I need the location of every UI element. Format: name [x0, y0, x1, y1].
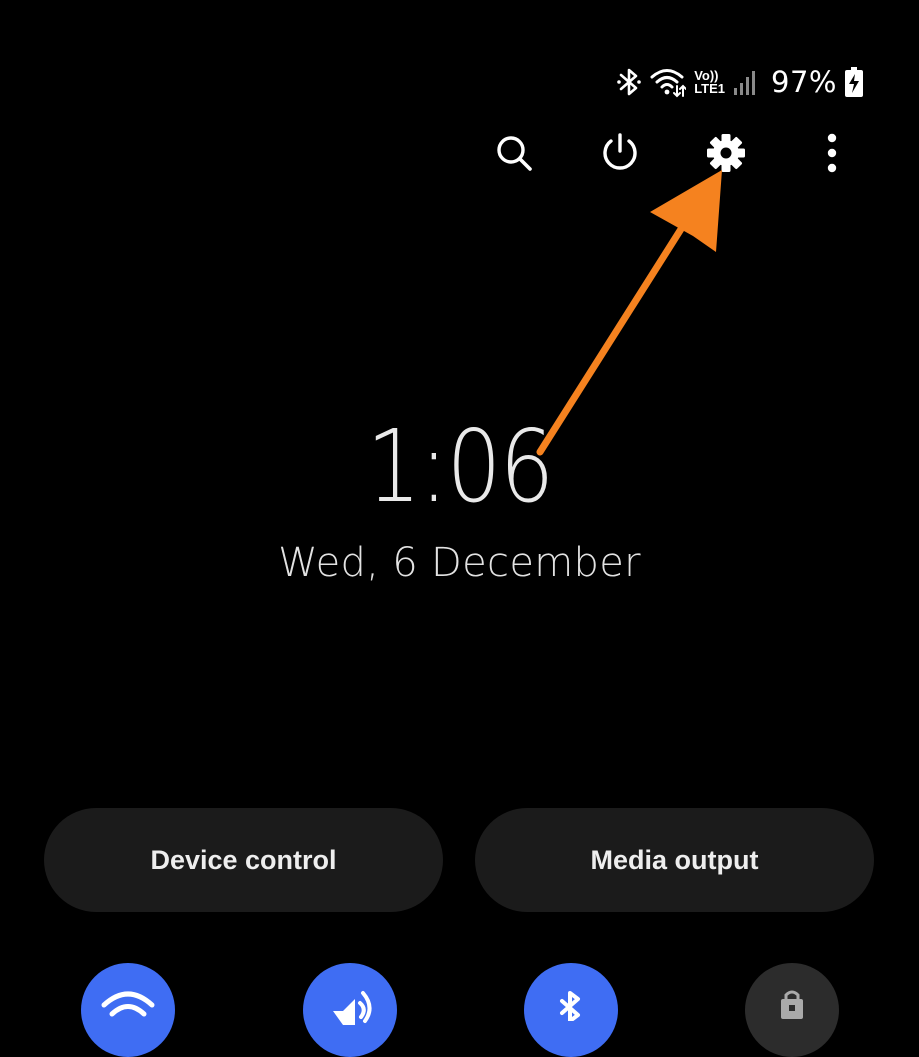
device-control-button[interactable]: Device control [44, 808, 443, 912]
wifi-icon [101, 991, 155, 1017]
volte-lte-icon: Vo)) LTE1 [694, 69, 725, 95]
quick-tile-bluetooth[interactable] [524, 963, 618, 1057]
search-icon [497, 136, 532, 171]
gear-icon [707, 134, 745, 172]
power-icon [603, 133, 637, 170]
battery-percent: 97% [771, 65, 837, 99]
signal-icon [734, 71, 756, 95]
settings-button[interactable] [703, 130, 749, 176]
media-output-label: Media output [590, 844, 759, 875]
more-vert-icon [827, 133, 837, 173]
battery-charging-icon [845, 67, 863, 97]
quick-tile-rotation[interactable] [745, 963, 839, 1057]
quick-tile-wifi[interactable] [81, 963, 175, 1057]
status-bar: Vo)) LTE1 97% [616, 62, 863, 102]
search-button[interactable] [491, 130, 537, 176]
bluetooth-icon [560, 991, 580, 1021]
clock-date: Wed, 6 December [278, 540, 641, 586]
power-button[interactable] [597, 130, 643, 176]
lte-label: LTE1 [694, 81, 726, 96]
media-output-button[interactable]: Media output [475, 808, 874, 912]
sound-icon [333, 991, 372, 1025]
bluetooth-icon [617, 68, 642, 96]
lock-rotation-icon [781, 990, 803, 1019]
device-control-label: Device control [150, 844, 337, 875]
wifi-icon [650, 69, 687, 98]
clock-time: 1:06 [366, 408, 554, 525]
quick-tile-sound[interactable] [303, 963, 397, 1057]
more-options-button[interactable] [809, 130, 855, 176]
